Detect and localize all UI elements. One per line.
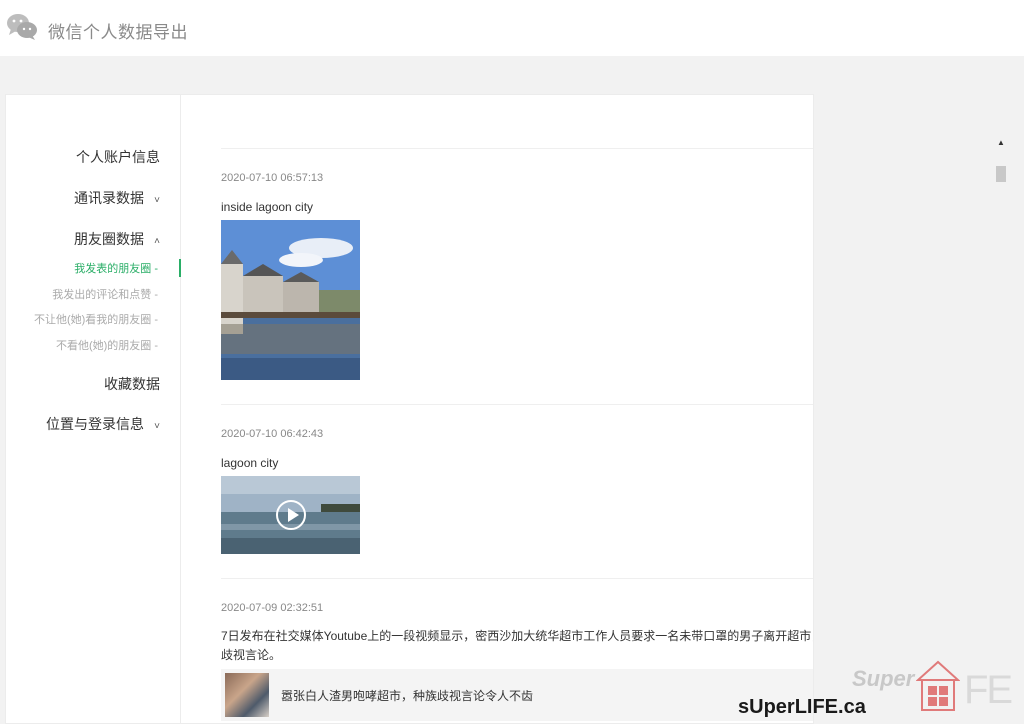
house-logo-icon [916,660,960,711]
sidebar-subitem-blocked-from-viewing[interactable]: 不让他(她)看我的朋友圈 - [34,311,158,327]
post-timestamp: 2020-07-10 06:42:43 [221,428,324,440]
post-photo[interactable] [221,220,360,380]
divider [221,404,813,405]
link-title: 嚣张白人渣男咆哮超市，种族歧视言论令人不齿 [281,689,534,703]
post-timestamp: 2020-07-09 02:32:51 [221,602,324,614]
sidebar-subitem-hidden-moments[interactable]: 不看他(她)的朋友圈 - [56,337,158,353]
watermark-brand: Super [852,666,915,691]
scroll-up-arrow-icon[interactable]: ▲ [997,138,1005,147]
post-text: 7日发布在社交媒体Youtube上的一段视频显示，密西沙加大统华超市工作人员要求… [221,629,813,662]
sidebar-item-label: 位置与登录信息 [46,416,144,432]
post-video[interactable] [221,476,360,554]
play-icon[interactable] [276,500,306,530]
divider [221,148,813,149]
chevron-down-icon: ˅ [154,195,160,206]
top-bar: 微信个人数据导出 [0,0,1024,56]
post-caption: inside lagoon city [221,200,314,214]
post-timestamp: 2020-07-10 06:57:13 [221,172,324,184]
sidebar-item-moments[interactable]: 朋友圈数据 ˄ [74,229,160,249]
sidebar-item-label: 个人账户信息 [76,149,160,165]
shared-link-card[interactable]: 嚣张白人渣男咆哮超市，种族歧视言论令人不齿 [221,669,813,721]
sidebar-item-contacts[interactable]: 通讯录数据 ˅ [74,188,160,208]
scrollbar-thumb[interactable] [996,166,1006,182]
watermark-site: sUperLIFE.ca [738,696,866,718]
sidebar-item-label: 通讯录数据 [74,190,144,206]
wechat-logo-icon [7,14,37,40]
sidebar-item-location-login[interactable]: 位置与登录信息 ˅ [46,414,160,434]
sidebar: 个人账户信息 通讯录数据 ˅ 朋友圈数据 ˄ 我发表的朋友圈 - 我发出的评论和点赞… [6,95,181,724]
watermark: Super FE sUperLIFE.ca [738,652,1024,724]
post-caption: lagoon city [221,456,279,470]
divider [221,578,813,579]
sidebar-item-favorites[interactable]: 收藏数据 [104,374,160,394]
sidebar-item-label: 收藏数据 [104,376,160,392]
sidebar-item-account-info[interactable]: 个人账户信息 [76,147,160,167]
link-thumbnail [225,673,269,717]
watermark-suffix: FE [964,668,1013,712]
moments-feed: 2020-07-10 06:57:13 inside lagoon city 2… [181,95,813,724]
main-panel: 个人账户信息 通讯录数据 ˅ 朋友圈数据 ˄ 我发表的朋友圈 - 我发出的评论和点赞… [5,94,814,724]
chevron-down-icon: ˅ [154,421,160,432]
sidebar-subitem-my-moments[interactable]: 我发表的朋友圈 - [74,260,158,276]
sidebar-item-label: 朋友圈数据 [74,231,144,247]
app-title: 微信个人数据导出 [48,23,188,42]
sidebar-subitem-my-comments-likes[interactable]: 我发出的评论和点赞 - [52,286,158,302]
chevron-up-icon: ˄ [154,236,160,247]
